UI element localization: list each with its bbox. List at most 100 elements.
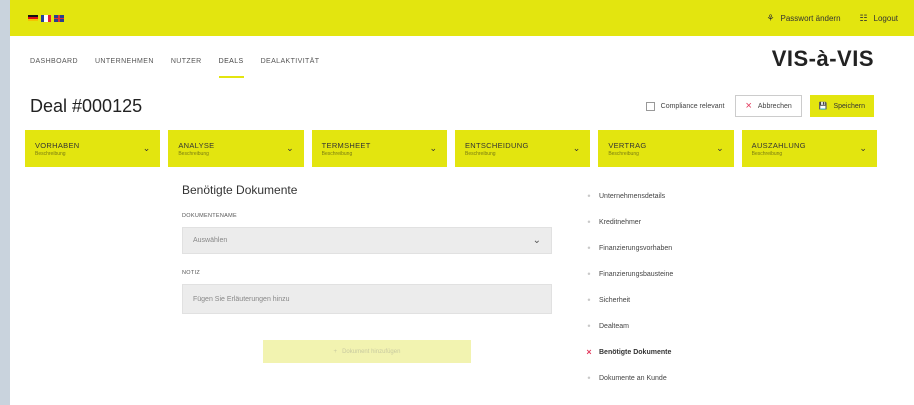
stage-analyse[interactable]: ANALYSE Beschreibung ⌄ bbox=[168, 130, 304, 167]
page-title: Deal #000125 bbox=[30, 95, 143, 116]
stage-text: VORHABEN Beschreibung bbox=[35, 141, 80, 157]
chevron-down-icon: ⌄ bbox=[572, 143, 581, 153]
stage-label: TERMSHEET bbox=[321, 140, 371, 150]
nav-item-dealaktivitaet[interactable]: DEALAKTIVITÄT bbox=[261, 58, 320, 65]
bullet-icon: • bbox=[587, 243, 591, 253]
active-marker-icon: × bbox=[586, 347, 592, 357]
deal-header: Deal #000125 Compliance relevant × Abbre… bbox=[10, 86, 914, 126]
stage-subtitle: Beschreibung bbox=[751, 150, 783, 157]
logout-label: Logout bbox=[873, 13, 898, 23]
chevron-down-icon: ⌄ bbox=[142, 143, 151, 153]
stage-text: AUSZAHLUNG Beschreibung bbox=[752, 141, 806, 157]
stage-text: ENTSCHEIDUNG Beschreibung bbox=[465, 141, 529, 157]
close-icon: × bbox=[745, 100, 752, 112]
bullet-icon: • bbox=[587, 295, 591, 305]
section-link-finanzierungsbausteine[interactable]: • Finanzierungsbausteine bbox=[586, 261, 766, 287]
save-button[interactable]: 💾 Speichern bbox=[809, 95, 874, 117]
section-link-sicherheit[interactable]: • Sicherheit bbox=[586, 287, 766, 313]
section-link-label: Kreditnehmer bbox=[599, 218, 642, 226]
compliance-checkbox[interactable] bbox=[645, 101, 655, 111]
cancel-label: Abbrechen bbox=[757, 102, 792, 110]
bullet-icon: • bbox=[587, 269, 591, 279]
deal-stages: VORHABEN Beschreibung ⌄ ANALYSE Beschrei… bbox=[10, 130, 914, 167]
section-link-label: Unternehmensdetails bbox=[599, 192, 666, 200]
section-link-benoetigte-dokumente[interactable]: × Benötigte Dokumente bbox=[586, 339, 766, 365]
stage-entscheidung[interactable]: ENTSCHEIDUNG Beschreibung ⌄ bbox=[454, 130, 591, 167]
section-link-finanzierungsvorhaben[interactable]: • Finanzierungsvorhaben bbox=[586, 235, 766, 261]
bullet-icon: • bbox=[587, 217, 591, 227]
language-switcher bbox=[28, 14, 64, 22]
nav-item-dashboard[interactable]: DASHBOARD bbox=[30, 58, 78, 65]
brand-logo: VIS-à-VIS bbox=[771, 46, 874, 71]
document-name-select[interactable]: Auswählen ⌄ bbox=[182, 227, 552, 254]
stage-termsheet[interactable]: TERMSHEET Beschreibung ⌄ bbox=[311, 130, 447, 167]
key-icon: ⚘ bbox=[766, 12, 775, 23]
stage-label: VORHABEN bbox=[35, 140, 80, 150]
change-password-link[interactable]: ⚘ Passwort ändern bbox=[766, 12, 840, 23]
nav-item-deals[interactable]: DEALS bbox=[218, 58, 244, 78]
german-flag-icon[interactable] bbox=[28, 14, 38, 22]
note-placeholder: Fügen Sie Erläuterungen hinzu bbox=[193, 295, 290, 303]
top-actions: ⚘ Passwort ändern ☷ Logout bbox=[766, 12, 898, 23]
chevron-down-icon: ⌄ bbox=[716, 143, 724, 153]
chevron-down-icon: ⌄ bbox=[286, 143, 294, 153]
uk-flag-icon[interactable] bbox=[54, 14, 64, 22]
save-icon: 💾 bbox=[818, 103, 828, 110]
document-name-label: DOKUMENTENAME bbox=[182, 213, 237, 219]
chevron-down-icon: ⌄ bbox=[532, 235, 541, 246]
top-bar: ⚘ Passwort ändern ☷ Logout bbox=[10, 0, 914, 36]
logout-link[interactable]: ☷ Logout bbox=[859, 13, 898, 23]
chevron-down-icon: ⌄ bbox=[859, 143, 867, 153]
stage-subtitle: Beschreibung bbox=[608, 150, 639, 157]
plus-icon: + bbox=[333, 348, 338, 355]
section-link-unternehmensdetails[interactable]: • Unternehmensdetails bbox=[586, 183, 766, 209]
nav-items: DASHBOARD UNTERNEHMEN NUTZER DEALS DEALA… bbox=[30, 58, 320, 78]
documents-form: Benötigte Dokumente DOKUMENTENAME Auswäh… bbox=[182, 177, 552, 391]
main-nav: DASHBOARD UNTERNEHMEN NUTZER DEALS DEALA… bbox=[10, 36, 914, 86]
stage-text: ANALYSE Beschreibung bbox=[178, 141, 214, 157]
submit-row: + Dokument hinzufügen bbox=[182, 340, 552, 363]
stage-label: ENTSCHEIDUNG bbox=[464, 140, 529, 150]
stage-label: VERTRAG bbox=[608, 140, 647, 150]
section-link-label: Dealteam bbox=[599, 322, 629, 330]
stage-vertrag[interactable]: VERTRAG Beschreibung ⌄ bbox=[598, 130, 734, 167]
section-link-dealteam[interactable]: • Dealteam bbox=[586, 313, 766, 339]
nav-item-unternehmen[interactable]: UNTERNEHMEN bbox=[95, 58, 154, 65]
section-link-label: Benötigte Dokumente bbox=[599, 348, 672, 356]
app-frame: ⚘ Passwort ändern ☷ Logout DASHBOARD UNT… bbox=[10, 0, 914, 405]
stage-text: TERMSHEET Beschreibung bbox=[322, 141, 371, 157]
section-title: Benötigte Dokumente bbox=[182, 183, 298, 197]
bullet-icon: • bbox=[587, 321, 591, 331]
add-document-button[interactable]: + Dokument hinzufügen bbox=[263, 340, 471, 363]
stage-label: AUSZAHLUNG bbox=[751, 140, 806, 150]
document-name-placeholder: Auswählen bbox=[193, 237, 228, 244]
chevron-down-icon: ⌄ bbox=[429, 143, 437, 153]
bullet-icon: • bbox=[587, 373, 591, 383]
stage-subtitle: Beschreibung bbox=[35, 150, 66, 157]
stage-text: VERTRAG Beschreibung bbox=[608, 141, 646, 157]
logout-icon: ☷ bbox=[859, 12, 868, 23]
note-label: NOTIZ bbox=[182, 270, 200, 276]
stage-vorhaben[interactable]: VORHABEN Beschreibung ⌄ bbox=[25, 130, 161, 167]
french-flag-icon[interactable] bbox=[41, 14, 51, 22]
stage-auszahlung[interactable]: AUSZAHLUNG Beschreibung ⌄ bbox=[741, 130, 877, 167]
compliance-label: Compliance relevant bbox=[660, 102, 725, 110]
stage-subtitle: Beschreibung bbox=[464, 150, 496, 157]
section-link-dokumente-an-kunde[interactable]: • Dokumente an Kunde bbox=[586, 365, 766, 391]
nav-item-nutzer[interactable]: NUTZER bbox=[171, 58, 202, 65]
stage-subtitle: Beschreibung bbox=[321, 150, 353, 157]
stage-label: ANALYSE bbox=[178, 140, 215, 150]
section-nav: • Unternehmensdetails • Kreditnehmer • F… bbox=[586, 183, 766, 391]
bullet-icon: • bbox=[587, 191, 591, 201]
section-link-label: Sicherheit bbox=[599, 296, 631, 304]
section-link-label: Finanzierungsbausteine bbox=[599, 270, 674, 278]
cancel-button[interactable]: × Abbrechen bbox=[735, 95, 802, 117]
stage-subtitle: Beschreibung bbox=[178, 150, 209, 157]
section-link-label: Finanzierungsvorhaben bbox=[599, 244, 673, 252]
section-link-label: Dokumente an Kunde bbox=[599, 374, 667, 382]
main-content: Benötigte Dokumente DOKUMENTENAME Auswäh… bbox=[10, 167, 914, 391]
add-document-label: Dokument hinzufügen bbox=[342, 348, 401, 355]
section-link-kreditnehmer[interactable]: • Kreditnehmer bbox=[586, 209, 766, 235]
compliance-toggle[interactable]: Compliance relevant bbox=[645, 101, 725, 111]
note-input[interactable]: Fügen Sie Erläuterungen hinzu bbox=[182, 284, 552, 314]
